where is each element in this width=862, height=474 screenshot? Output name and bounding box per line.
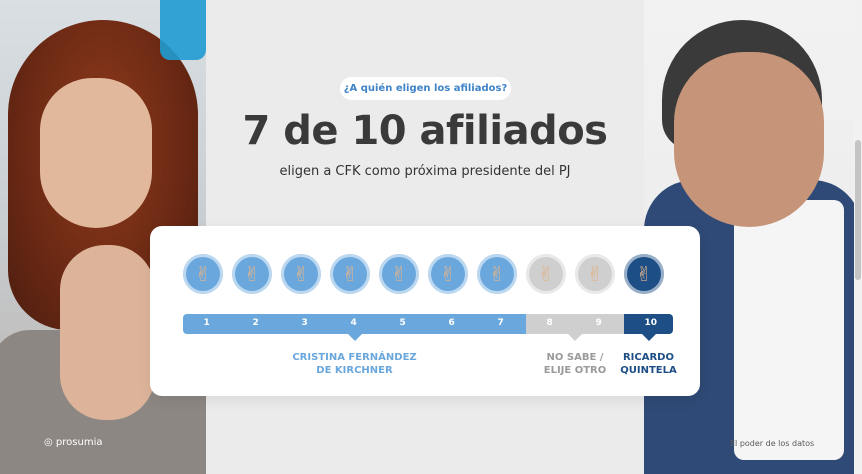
peace-sign-hand-icon: ✌ [232, 254, 272, 294]
scale-number: 10 [644, 318, 658, 328]
results-card: ✌ ✌ ✌ ✌ ✌ ✌ ✌ ✌ ✌ ✌ 1 2 3 4 5 6 7 8 9 10 CRISTINA FERNÁNDE… [150, 226, 700, 396]
label-line-2: DE KIRCHNER [316, 365, 393, 376]
headline: 7 de 10 afiliados [242, 108, 608, 154]
footer-logo: ◎ prosumia [44, 437, 103, 448]
scale-number: 4 [350, 318, 357, 328]
footer-tagline: El poder de los datos [730, 439, 815, 448]
prosumia-icon: ◎ [44, 437, 53, 448]
scale-number: 8 [546, 318, 553, 328]
scale-number: 1 [203, 318, 210, 328]
group-pointer [347, 334, 362, 341]
peace-sign-hand-icon: ✌ [575, 254, 615, 294]
peace-sign-hand-icon: ✌ [330, 254, 370, 294]
vote-icons: ✌ ✌ ✌ ✌ ✌ ✌ ✌ ✌ ✌ ✌ [183, 254, 673, 296]
hands-shape [60, 245, 155, 420]
scale-number: 2 [252, 318, 259, 328]
question-pill: ¿A quién eligen los afiliados? [340, 77, 511, 100]
scale-bar: 1 2 3 4 5 6 7 8 9 10 [183, 314, 673, 341]
scale-segment [526, 314, 624, 334]
scale-number: 6 [448, 318, 455, 328]
peace-sign-hand-icon: ✌ [624, 254, 664, 294]
peace-sign-hand-icon: ✌ [281, 254, 321, 294]
peace-sign-hand-icon: ✌ [477, 254, 517, 294]
scale-number: 3 [301, 318, 308, 328]
background-logo-shape [160, 0, 206, 60]
scrollbar-thumb[interactable] [855, 140, 861, 280]
shirt-shape [734, 200, 844, 460]
group-label: CRISTINA FERNÁNDEZ DE KIRCHNER [168, 351, 541, 377]
scale-number: 7 [497, 318, 504, 328]
face-shape [40, 78, 152, 228]
peace-sign-hand-icon: ✌ [428, 254, 468, 294]
label-line-1: CRISTINA FERNÁNDEZ [292, 352, 417, 363]
peace-sign-hand-icon: ✌ [183, 254, 223, 294]
peace-sign-hand-icon: ✌ [379, 254, 419, 294]
group-pointer [568, 334, 582, 341]
group-pointer [641, 334, 656, 341]
scale-number: 9 [595, 318, 602, 328]
group-label: RICARDO QUINTELA [609, 351, 688, 377]
scale-number: 5 [399, 318, 406, 328]
face-shape [674, 52, 824, 227]
subheadline: eligen a CFK como próxima presidente del… [279, 164, 571, 179]
label-line-2: QUINTELA [620, 365, 677, 376]
peace-sign-hand-icon: ✌ [526, 254, 566, 294]
label-line-1: RICARDO [622, 352, 674, 363]
